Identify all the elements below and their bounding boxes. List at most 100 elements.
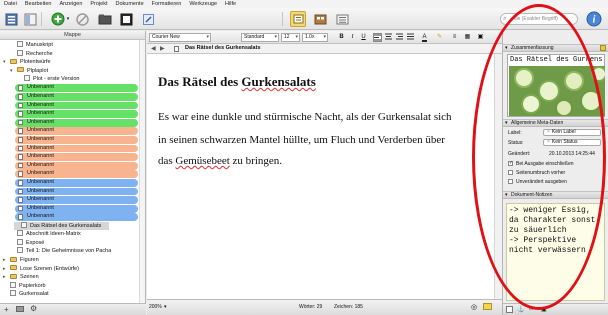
binder-item[interactable]: Manuskript (10, 41, 53, 50)
keywords-tab-icon[interactable]: ⌂ (529, 306, 533, 312)
add-item-icon[interactable]: + (4, 305, 9, 314)
binder-item[interactable]: ▸ Szenen (3, 273, 39, 282)
snapshot-icon[interactable] (140, 11, 156, 27)
binder-item[interactable]: Exposé (10, 238, 44, 248)
add-dropdown-icon[interactable]: ▾ (64, 11, 72, 27)
underline-button[interactable]: U (359, 33, 368, 42)
checkbox[interactable] (508, 160, 513, 166)
align-justify-icon[interactable] (406, 33, 415, 42)
binder-item-unbenannt[interactable]: Unbenannt (15, 187, 138, 196)
binder-item[interactable]: ▸ Figuren (3, 256, 39, 265)
list-icon[interactable]: ≡ (450, 33, 459, 42)
image-icon[interactable]: ▣ (476, 33, 485, 42)
checkbox[interactable] (508, 179, 513, 184)
references-tab-icon[interactable]: ⚓ (517, 306, 524, 313)
menu-item-5[interactable]: Formatieren (148, 1, 186, 7)
binder-item[interactable]: ▾ Plotentwürfe (3, 58, 51, 67)
table-icon[interactable]: ▦ (463, 33, 472, 42)
label-select[interactable]: × Kein Label (543, 129, 601, 136)
compile-as-is[interactable]: Unverändert ausgeben (508, 179, 567, 185)
binder-item-unbenannt[interactable]: Unbenannt (15, 153, 138, 161)
binder-item-unbenannt[interactable]: Unbenannt (15, 110, 138, 118)
summary-pin-icon[interactable] (600, 45, 606, 51)
binder-item[interactable]: Plot - erste Version (17, 75, 79, 84)
binder-item-unbenannt[interactable]: Unbenannt (15, 213, 138, 222)
align-center-icon[interactable] (384, 33, 393, 42)
binder-item[interactable]: ▾ Plplaplot (10, 67, 48, 76)
binder-item-unbenannt[interactable]: Unbenannt (15, 84, 138, 93)
binder-item-unbenannt[interactable]: Unbenannt (15, 93, 138, 101)
binder-item-unbenannt[interactable]: Unbenannt (15, 144, 138, 153)
binder-item-unbenannt[interactable]: Unbenannt (15, 118, 138, 127)
checkbox[interactable] (508, 170, 513, 175)
summary-header[interactable]: Zusammenfassung (503, 44, 608, 52)
binder-item[interactable]: ▸ Lose Szenen (Entwürfe) (3, 265, 79, 274)
disclosure-triangle-icon[interactable]: ▾ (10, 67, 17, 76)
target-icon[interactable]: ◎ (471, 303, 477, 311)
view-scrivenings-icon[interactable] (290, 11, 306, 27)
disclosure-triangle-icon[interactable]: ▸ (3, 273, 10, 282)
line-spacing-select[interactable]: 1.0x (302, 33, 328, 42)
view-corkboard-icon[interactable] (312, 11, 328, 27)
delete-icon[interactable] (74, 11, 90, 27)
binder-item[interactable]: Gurkensalat (3, 290, 49, 299)
zoom-dropdown-icon[interactable]: ▾ (164, 304, 167, 310)
binder-item[interactable]: Papierkorb (3, 281, 46, 291)
menu-item-2[interactable]: Anzeigen (55, 1, 86, 7)
font-family-select[interactable]: Courier New (149, 33, 211, 42)
menu-item-6[interactable]: Werkzeuge (185, 1, 221, 7)
binder-item[interactable]: Teil 1: Die Geheimnisse von Pacha (10, 247, 111, 256)
font-style-select[interactable]: Standard (241, 33, 279, 42)
font-size-select[interactable]: 12 (281, 33, 300, 42)
disclosure-triangle-icon[interactable]: ▸ (3, 265, 10, 274)
text-editor[interactable]: Das Rätsel des Gurkensalats Es war eine … (147, 54, 502, 299)
editor-scrollbar[interactable] (494, 54, 502, 299)
binder-item[interactable]: Abschnitt Ideen-Matrix (10, 230, 81, 239)
align-right-icon[interactable] (395, 33, 404, 42)
binder-item[interactable]: Recherche (10, 49, 53, 59)
snapshots-tab-icon[interactable]: ▣ (541, 306, 547, 313)
binder-icon[interactable] (3, 11, 19, 27)
comment-icon[interactable] (483, 303, 492, 310)
binder-item-unbenannt[interactable]: Unbenannt (15, 101, 138, 110)
status-select[interactable]: × Kein Status (543, 139, 601, 146)
disclosure-triangle-icon[interactable]: ▸ (3, 256, 10, 265)
document-notes[interactable]: -> weniger Essig, da Charakter sonst zu … (506, 203, 605, 301)
inspector-info-icon[interactable]: i (585, 10, 603, 28)
binder-item-unbenannt[interactable]: Unbenannt (15, 161, 138, 170)
editor-header-title[interactable]: Das Rätsel des Gurkensalats (185, 45, 261, 51)
search-input[interactable]: ⌕ Alle (Exakter Begriff) (500, 13, 578, 25)
italic-button[interactable]: I (348, 33, 357, 42)
gear-icon[interactable]: ⚙ (30, 304, 37, 313)
zoom-select[interactable]: 200% (149, 304, 162, 310)
view-outline-icon[interactable] (334, 11, 350, 27)
forward-arrow-icon[interactable]: ▶ (160, 45, 165, 52)
page-break-before[interactable]: Seitenumbruch vorher (508, 170, 565, 176)
binder-item-unbenannt[interactable]: Unbenannt (15, 136, 138, 144)
menu-item-0[interactable]: Datei (0, 1, 21, 7)
back-arrow-icon[interactable]: ◀ (151, 45, 156, 52)
binder-scrollbar[interactable] (139, 40, 145, 303)
binder-item-unbenannt[interactable]: Unbenannt (15, 179, 138, 187)
notes-tab-icon[interactable] (506, 306, 513, 313)
folder-icon[interactable] (97, 11, 113, 27)
binder-item-unbenannt[interactable]: Unbenannt (15, 170, 138, 179)
disclosure-triangle-icon[interactable]: ▾ (3, 58, 10, 67)
meta-header[interactable]: Allgemeine Meta-Daten (503, 119, 608, 127)
menu-item-4[interactable]: Dokumente (112, 1, 148, 7)
menu-item-1[interactable]: Bearbeiten (21, 1, 56, 7)
menu-item-3[interactable]: Projekt (86, 1, 111, 7)
folder-add-icon[interactable] (16, 306, 24, 312)
binder-item-unbenannt[interactable]: Unbenannt (15, 196, 138, 204)
text-color-icon[interactable]: A (420, 33, 429, 42)
binder-item-unbenannt[interactable]: Unbenannt (15, 204, 138, 213)
binder-item[interactable]: Das Rätsel des Gurkensalats (14, 221, 110, 231)
compose-icon[interactable] (118, 11, 134, 27)
notes-header[interactable]: Dokument-Notizen (503, 191, 608, 199)
include-in-compile[interactable]: Bei Ausgabe einschließen (508, 160, 574, 167)
highlight-icon[interactable]: ✎ (435, 33, 444, 42)
menu-item-7[interactable]: Hilfe (221, 1, 240, 7)
align-left-icon[interactable] (373, 33, 382, 42)
inspector-toggle-icon[interactable] (22, 11, 38, 27)
binder-item-unbenannt[interactable]: Unbenannt (15, 127, 138, 136)
